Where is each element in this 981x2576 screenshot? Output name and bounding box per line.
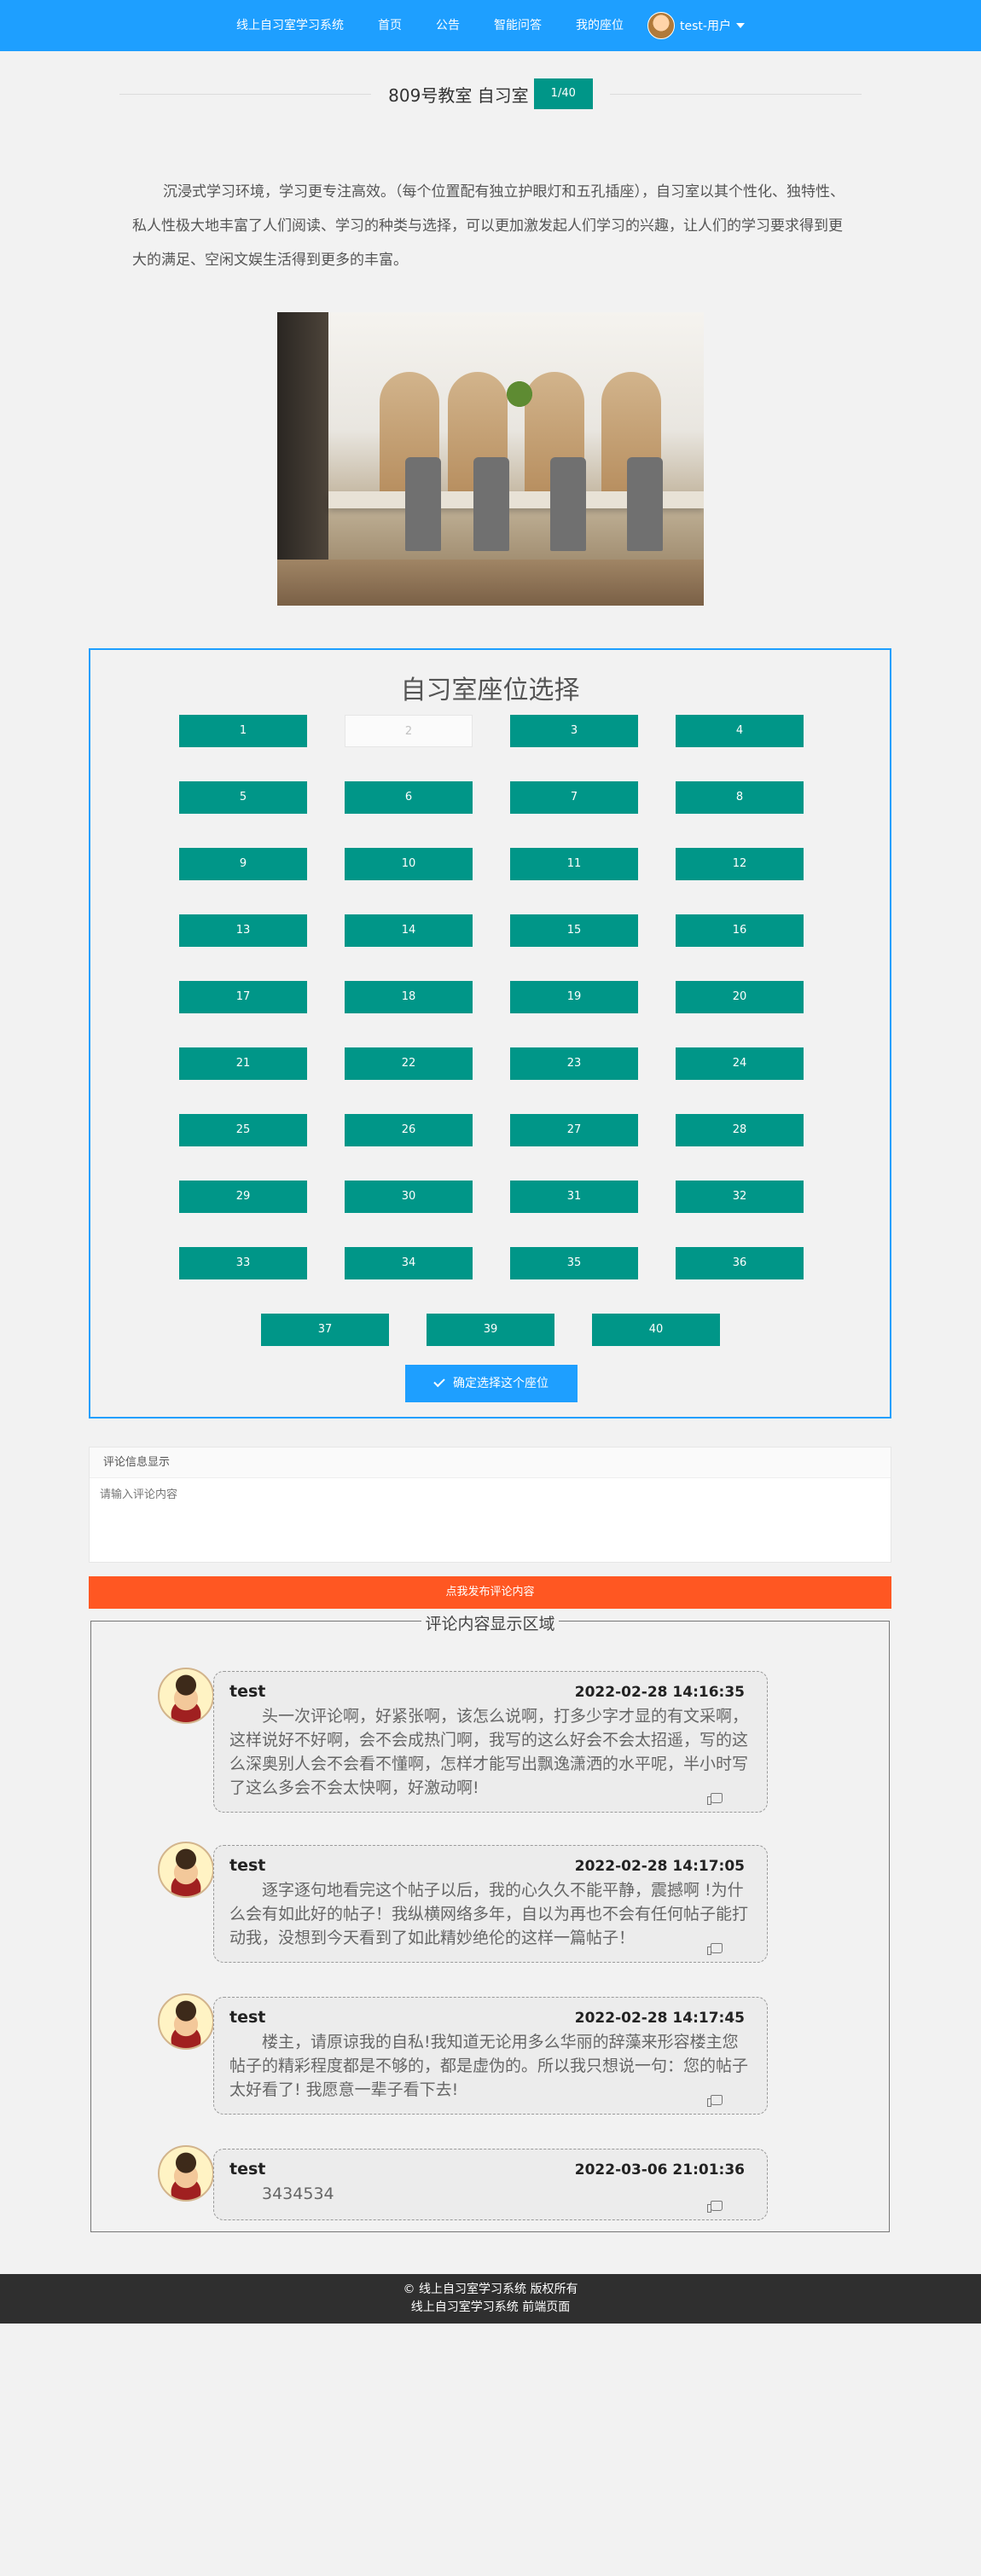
thumbs-up-icon[interactable] xyxy=(707,2095,723,2107)
room-photo xyxy=(277,312,704,606)
footer-copyright: © 线上自习室学习系统 版权所有 xyxy=(403,2283,578,2296)
comment-input[interactable] xyxy=(90,1478,891,1562)
room-title: 809号教室 自习室 xyxy=(388,84,529,106)
comment-text: 头一次评论啊，好紧张啊，该怎么说啊，打多少字才显的有文采啊，这样说好不好啊，会不… xyxy=(229,1707,749,1797)
seat-button-36[interactable]: 36 xyxy=(676,1247,804,1279)
publish-comment-button[interactable]: 点我发布评论内容 xyxy=(89,1576,891,1609)
seat-button-21[interactable]: 21 xyxy=(179,1047,307,1080)
seat-button-26[interactable]: 26 xyxy=(345,1114,473,1146)
comment-text: 逐字逐句地看完这个帖子以后，我的心久久不能平静，震撼啊 !为什么会有如此好的帖子… xyxy=(229,1881,749,1947)
check-icon xyxy=(433,1375,445,1388)
comment-text: 3434534 xyxy=(262,2184,334,2203)
seat-button-23[interactable]: 23 xyxy=(510,1047,638,1080)
seat-button-16[interactable]: 16 xyxy=(676,914,804,947)
comment-form: 评论信息显示 xyxy=(89,1447,891,1563)
comments-legend: 评论内容显示区域 xyxy=(421,1615,559,1633)
seat-button-11[interactable]: 11 xyxy=(510,848,638,880)
comment-item: test 2022-02-28 14:16:35 头一次评论啊，好紧张啊，该怎么… xyxy=(213,1671,768,1813)
seat-button-14[interactable]: 14 xyxy=(345,914,473,947)
seat-button-6[interactable]: 6 xyxy=(345,781,473,814)
confirm-seat-button[interactable]: 确定选择这个座位 xyxy=(405,1365,578,1402)
seat-button-33[interactable]: 33 xyxy=(179,1247,307,1279)
avatar xyxy=(158,1842,214,1898)
nav-item-my-seat[interactable]: 我的座位 xyxy=(559,0,641,51)
footer: © 线上自习室学习系统 版权所有 线上自习室学习系统 前端页面 xyxy=(0,2274,981,2324)
comment-form-header: 评论信息显示 xyxy=(90,1448,891,1478)
seat-button-10[interactable]: 10 xyxy=(345,848,473,880)
seat-button-37[interactable]: 37 xyxy=(261,1314,389,1346)
top-navbar: 线上自习室学习系统 首页 公告 智能问答 我的座位 test-用户 xyxy=(0,0,981,51)
seat-button-32[interactable]: 32 xyxy=(676,1181,804,1213)
seat-button-1[interactable]: 1 xyxy=(179,715,307,747)
divider xyxy=(119,93,372,95)
seat-button-15[interactable]: 15 xyxy=(510,914,638,947)
thumbs-up-icon[interactable] xyxy=(707,2201,723,2213)
comments-section: 评论内容显示区域 test 2022-02-28 14:16:35 头一次评论啊… xyxy=(90,1615,890,2232)
occupancy-badge: 1/40 xyxy=(533,78,593,109)
nav-item-home[interactable]: 首页 xyxy=(361,0,419,51)
comment-time: 2022-02-28 14:17:05 xyxy=(574,1858,745,1875)
confirm-seat-label: 确定选择这个座位 xyxy=(453,1377,549,1390)
seat-selection-panel: 自习室座位选择 1 2 3 4 5 6 7 8 9 10 11 12 13 14 15 16 17 18 19 20 2… xyxy=(89,648,891,1419)
comment-item: test 2022-03-06 21:01:36 3434534 xyxy=(213,2149,768,2220)
seat-button-18[interactable]: 18 xyxy=(345,981,473,1013)
caret-down-icon xyxy=(735,23,745,28)
seat-button-3[interactable]: 3 xyxy=(510,715,638,747)
thumbs-up-icon[interactable] xyxy=(707,1943,723,1955)
seat-button-29[interactable]: 29 xyxy=(179,1181,307,1213)
seat-button-8[interactable]: 8 xyxy=(676,781,804,814)
seat-button-30[interactable]: 30 xyxy=(345,1181,473,1213)
room-description: 沉浸式学习环境，学习更专注高效。（每个位置配有独立护眼灯和五孔插座），自习室以其… xyxy=(132,183,845,269)
divider xyxy=(609,93,862,95)
room-title-bar: 809号教室 自习室 1/40 xyxy=(119,77,862,111)
avatar xyxy=(158,1668,214,1724)
user-name: test-用户 xyxy=(680,20,731,33)
comment-item: test 2022-02-28 14:17:45 楼主，请原谅我的自私!我知道无… xyxy=(213,1997,768,2115)
comment-time: 2022-02-28 14:17:45 xyxy=(574,2010,745,2027)
seat-button-24[interactable]: 24 xyxy=(676,1047,804,1080)
comment-item: test 2022-02-28 14:17:05 逐字逐句地看完这个帖子以后，我… xyxy=(213,1845,768,1963)
avatar xyxy=(158,1993,214,2050)
comment-text: 楼主，请原谅我的自私!我知道无论用多么华丽的辞藻来形容楼主您帖子的精彩程度都是不… xyxy=(229,2033,749,2099)
seat-button-12[interactable]: 12 xyxy=(676,848,804,880)
seat-button-4[interactable]: 4 xyxy=(676,715,804,747)
seat-button-9[interactable]: 9 xyxy=(179,848,307,880)
seat-button-35[interactable]: 35 xyxy=(510,1247,638,1279)
user-menu[interactable]: test-用户 xyxy=(641,12,745,39)
seat-button-28[interactable]: 28 xyxy=(676,1114,804,1146)
footer-subtitle: 线上自习室学习系统 前端页面 xyxy=(410,2300,571,2314)
seat-button-27[interactable]: 27 xyxy=(510,1114,638,1146)
seat-button-39[interactable]: 39 xyxy=(427,1314,554,1346)
seat-button-2[interactable]: 2 xyxy=(345,715,473,747)
seat-button-17[interactable]: 17 xyxy=(179,981,307,1013)
seat-button-40[interactable]: 40 xyxy=(592,1314,720,1346)
seat-button-22[interactable]: 22 xyxy=(345,1047,473,1080)
nav-item-qa[interactable]: 智能问答 xyxy=(477,0,559,51)
comment-time: 2022-03-06 21:01:36 xyxy=(574,2161,745,2179)
seat-button-31[interactable]: 31 xyxy=(510,1181,638,1213)
seat-button-20[interactable]: 20 xyxy=(676,981,804,1013)
seat-button-7[interactable]: 7 xyxy=(510,781,638,814)
seat-button-34[interactable]: 34 xyxy=(345,1247,473,1279)
seat-button-5[interactable]: 5 xyxy=(179,781,307,814)
seat-panel-heading: 自习室座位选择 xyxy=(400,676,580,705)
user-avatar xyxy=(647,12,676,39)
seat-button-25[interactable]: 25 xyxy=(179,1114,307,1146)
nav-item-announcement[interactable]: 公告 xyxy=(419,0,477,51)
seat-button-19[interactable]: 19 xyxy=(510,981,638,1013)
seat-button-13[interactable]: 13 xyxy=(179,914,307,947)
thumbs-up-icon[interactable] xyxy=(707,1793,723,1805)
nav-brand-link[interactable]: 线上自习室学习系统 xyxy=(219,0,361,51)
comment-time: 2022-02-28 14:16:35 xyxy=(574,1684,745,1701)
avatar xyxy=(158,2145,214,2202)
